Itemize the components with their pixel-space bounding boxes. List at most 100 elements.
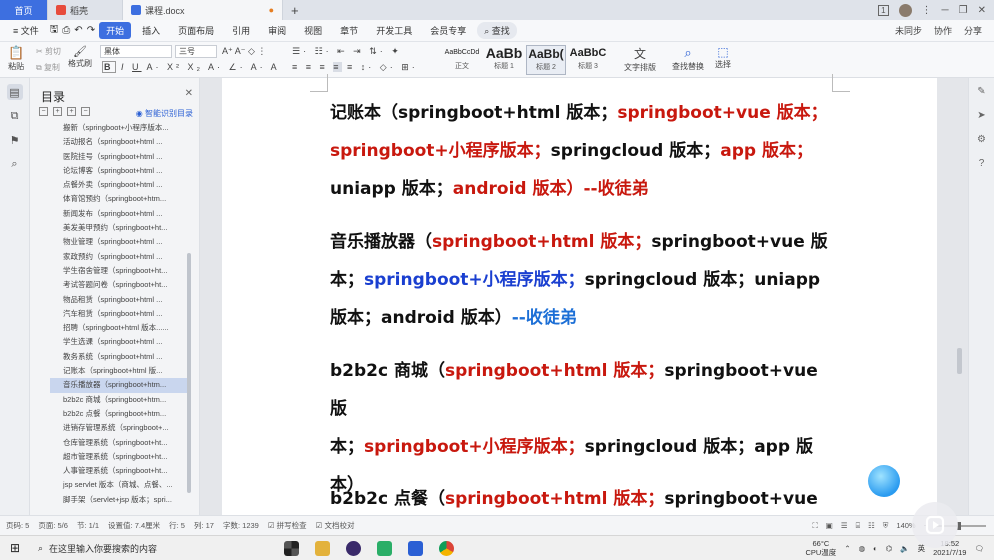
share-button[interactable]: 分享 (964, 24, 982, 37)
style-heading1[interactable]: AaBb 标题 1 (484, 45, 524, 75)
toc-item[interactable]: 活动报名（springboot+html ... (50, 135, 190, 149)
collaborate-button[interactable]: 协作 (934, 24, 952, 37)
minimize-icon[interactable]: ─ (942, 5, 949, 16)
paragraph-bookkeeping[interactable]: 记账本（springboot+html 版本；springboot+vue 版本… (330, 94, 840, 208)
network-icon[interactable]: ⌬ (886, 544, 893, 553)
toc-item[interactable]: 物品租赁（springboot+html ... (50, 293, 190, 307)
document-scrollbar[interactable] (957, 348, 962, 374)
toc-item[interactable]: 新闻发布（springboot+html ... (50, 207, 190, 221)
menu-developer[interactable]: 开发工具 (369, 22, 419, 39)
style-normal[interactable]: AaBbCcDd 正文 (442, 45, 482, 75)
toc-item[interactable]: 汽车租赁（springboot+html ... (50, 307, 190, 321)
file-explorer-icon[interactable] (315, 540, 330, 556)
toc-panel-icon[interactable]: ▤ (6, 84, 23, 100)
font-size-select[interactable]: 三号 (175, 45, 217, 58)
read-view-icon[interactable]: ☷ (868, 521, 875, 530)
copy-button[interactable]: ⧉ 复制 (36, 62, 60, 73)
menu-references[interactable]: 引用 (225, 22, 257, 39)
align-buttons[interactable]: ≡ ≡ ≡ ≡ ≡ ↕· ◇· ⊞· (292, 62, 418, 73)
font-format-buttons[interactable]: B I U A· X² X₂ A· ∠· A· A (102, 61, 280, 73)
toc-item[interactable]: 物业管理（springboot+html ... (50, 235, 190, 249)
toc-expand-icon[interactable]: + (53, 107, 62, 116)
toc-scrollbar[interactable] (187, 253, 191, 493)
menu-member[interactable]: 会员专享 (423, 22, 473, 39)
tray-app-icon[interactable]: ◐ (873, 544, 878, 553)
toc-collapse-icon[interactable]: − (39, 107, 48, 116)
volume-icon[interactable]: 🔈 (900, 544, 909, 553)
sync-status[interactable]: 未同步 (895, 24, 922, 37)
protect-icon[interactable]: ⛨ (883, 521, 889, 531)
style-heading2[interactable]: AaBb( 标题 2 (526, 45, 566, 75)
format-painter-button[interactable]: 🖌 格式刷 (68, 45, 92, 69)
file-menu[interactable]: ≡ 文件 (6, 22, 46, 39)
menu-start[interactable]: 开始 (99, 22, 132, 39)
close-icon[interactable]: ✕ (978, 5, 986, 16)
toc-item[interactable]: 招聘（springboot+html 版本...... (50, 321, 190, 335)
toc-item[interactable]: 家政预约（springboot+html ... (50, 250, 190, 264)
spell-check-button[interactable]: ☑ 拼写检查 (268, 520, 307, 531)
page-view-icon[interactable]: ▣ (826, 521, 833, 530)
pointer-icon[interactable]: ➤ (975, 110, 989, 124)
toc-item[interactable]: 搬新（springboot+小程序版本... (50, 121, 190, 135)
print-icon[interactable]: ⎙ (62, 25, 70, 36)
restore-icon[interactable]: ❐ (959, 5, 968, 16)
taskbar-search-input[interactable]: ⌕ 在这里输入你要搜索的内容 (30, 538, 240, 559)
new-tab-button[interactable]: + (283, 0, 307, 20)
notification-icon[interactable]: 🗨 (974, 544, 984, 553)
edit-icon[interactable]: ✎ (975, 86, 989, 100)
more-icon[interactable]: ⋮ (922, 5, 932, 16)
undo-icon[interactable]: ↶ (74, 25, 82, 36)
toc-item[interactable]: 教务系统（springboot+html ... (50, 350, 190, 364)
fullscreen-icon[interactable]: ⛶ (812, 521, 817, 531)
outline-view-icon[interactable]: ☰ (841, 521, 848, 530)
tab-document[interactable]: 课程.docx ● (123, 0, 283, 20)
style-heading3[interactable]: AaBbC 标题 3 (568, 45, 608, 75)
settings-sliders-icon[interactable]: ⚙ (975, 134, 989, 148)
window-count-badge[interactable]: 1 (878, 4, 889, 16)
menu-view[interactable]: 视图 (297, 22, 329, 39)
toc-item[interactable]: 记账本（springboot+html 版... (50, 364, 190, 378)
toc-item[interactable]: 美发美甲预约（springboot+ht... (50, 221, 190, 235)
status-words[interactable]: 字数: 1239 (223, 520, 259, 531)
tab-docer[interactable]: 稻壳 (48, 0, 123, 20)
save-icon[interactable]: 🖫 (50, 22, 59, 39)
menu-chapter[interactable]: 章节 (333, 22, 365, 39)
toc-item[interactable]: 点餐外卖（springboot+html ... (50, 178, 190, 192)
chrome-icon[interactable] (439, 540, 454, 556)
toc-item[interactable]: 仓库管理系统（springboot+ht... (50, 436, 190, 450)
bookmark-icon[interactable]: ⚑ (7, 132, 23, 148)
toc-item[interactable]: 人事管理系统（springboot+ht... (50, 464, 190, 478)
toc-item[interactable]: 超市管理系统（springboot+ht... (50, 450, 190, 464)
toc-item[interactable]: 论坛博客（springboot+html ... (50, 164, 190, 178)
navigation-icon[interactable]: ⧉ (7, 108, 23, 124)
help-icon[interactable]: ? (975, 158, 989, 172)
select-button[interactable]: ⬚ 选择 (715, 45, 731, 70)
tray-chevron-icon[interactable]: ⌃ (844, 544, 850, 553)
find-icon[interactable]: ⌕ (7, 156, 23, 172)
toc-item[interactable]: 进销存管理系统（springboot+... (50, 421, 190, 435)
toc-item[interactable]: 学生宿舍管理（springboot+ht... (50, 264, 190, 278)
menu-page-layout[interactable]: 页面布局 (171, 22, 221, 39)
toc-item[interactable]: 体育馆预约（springboot+htm... (50, 192, 190, 206)
list-buttons[interactable]: ☰· ☷· ⇤ ⇥ ⇅· ✦ (292, 46, 402, 57)
proofread-button[interactable]: ☑ 文档校对 (316, 520, 355, 531)
menu-review[interactable]: 审阅 (261, 22, 293, 39)
toc-add-icon[interactable]: + (67, 107, 76, 116)
toc-item[interactable]: b2b2c 点餐（springboot+htm... (50, 407, 190, 421)
font-name-select[interactable]: 黑体 (100, 45, 172, 58)
toc-item[interactable]: jsp servlet 版本（商城、点餐、... (50, 478, 190, 492)
toc-close-icon[interactable]: ✕ (185, 88, 193, 99)
toc-item[interactable]: 音乐播放器（springboot+htm... (50, 378, 190, 393)
tray-app-icon[interactable]: ◍ (859, 544, 866, 553)
menu-search[interactable]: ⌕ 查找 (477, 22, 517, 39)
tab-home[interactable]: 首页 (0, 0, 48, 20)
toc-item[interactable]: b2b2c 商城（springboot+htm... (50, 393, 190, 407)
find-replace-button[interactable]: ⌕ 查找替换 (672, 45, 704, 72)
toc-item[interactable]: 脚手架（servlet+jsp 版本；spri... (50, 493, 190, 507)
windows-start-icon[interactable]: ⊞ (0, 541, 30, 555)
toc-item[interactable]: 医院挂号（springboot+html ... (50, 150, 190, 164)
redo-icon[interactable]: ↷ (87, 25, 95, 36)
paste-button[interactable]: 📋 粘贴 (8, 45, 24, 72)
smart-toc-button[interactable]: ◉ 智能识别目录 (136, 108, 193, 119)
avatar[interactable] (898, 3, 912, 17)
